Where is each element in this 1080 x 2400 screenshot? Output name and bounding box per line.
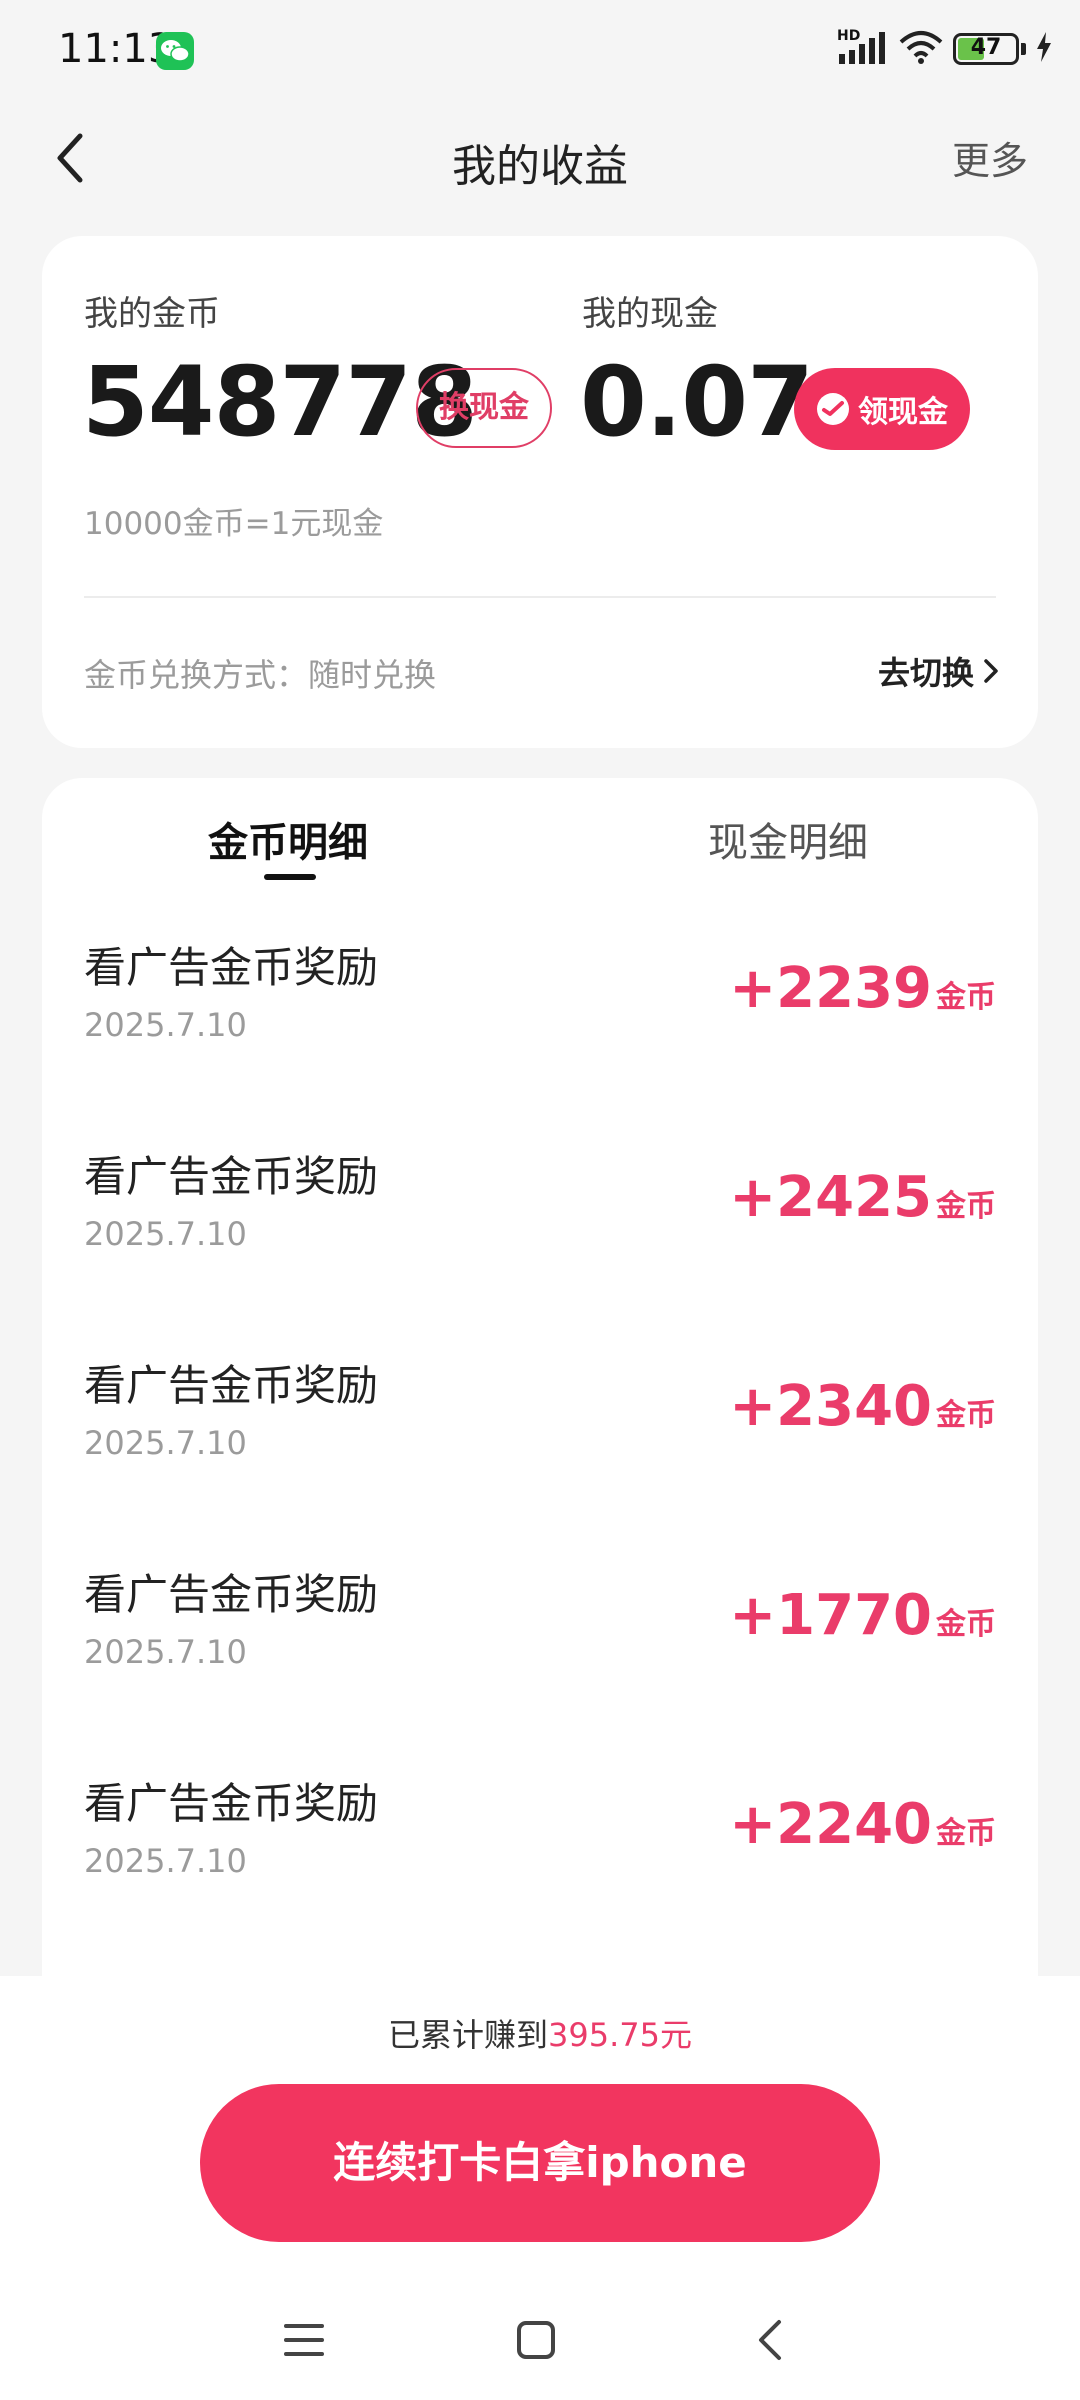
status-icons: HD 47 (837, 28, 1052, 68)
amount-unit: 金币 (936, 1816, 996, 1851)
amount-value: +2239 (729, 956, 932, 1021)
cash-value: 0.07 (580, 346, 814, 458)
tab-cash-details[interactable]: 现金明细 (708, 810, 868, 868)
list-item: 看广告金币奖励 2025.7.10 +2240 金币 (42, 1770, 1038, 1950)
cumulative-earnings: 已累计赚到395.75元 (0, 2010, 1080, 2056)
page-title: 我的收益 (452, 141, 628, 192)
cumulative-prefix: 已累计赚到 (388, 2016, 549, 2054)
nav-back-button[interactable] (730, 2300, 810, 2380)
amount-value: +2240 (729, 1792, 932, 1857)
divider (84, 596, 996, 598)
exchange-rate-note: 10000金币=1元现金 (84, 506, 384, 542)
record-title: 看广告金币奖励 (84, 1152, 379, 1201)
record-amount: +2240 金币 (729, 1792, 996, 1857)
battery-icon: 47 (953, 33, 1019, 65)
wifi-icon (899, 30, 943, 68)
record-amount: +2340 金币 (729, 1374, 996, 1439)
record-date: 2025.7.10 (84, 1215, 247, 1253)
cash-label: 我的现金 (582, 294, 718, 334)
details-panel: 金币明细 现金明细 看广告金币奖励 2025.7.10 +2239 金币 看广告… (42, 778, 1038, 1978)
tab-coin-details[interactable]: 金币明细 (208, 810, 368, 868)
record-date: 2025.7.10 (84, 1006, 247, 1044)
more-link[interactable]: 更多 (952, 130, 1028, 185)
signal-icon: HD (837, 28, 889, 66)
header: 我的收益 更多 (0, 100, 1080, 230)
record-title: 看广告金币奖励 (84, 943, 379, 992)
exchange-cash-button[interactable]: 换现金 (416, 368, 552, 448)
home-button[interactable] (496, 2300, 576, 2380)
list-item: 看广告金币奖励 2025.7.10 +2239 金币 (42, 934, 1038, 1114)
balance-card: 我的金币 548778 换现金 我的现金 0.07 领现金 10000金币=1元… (42, 236, 1038, 748)
record-amount: +2239 金币 (729, 956, 996, 1021)
menu-button[interactable] (264, 2300, 344, 2380)
record-title: 看广告金币奖励 (84, 1779, 379, 1828)
record-date: 2025.7.10 (84, 1633, 247, 1671)
amount-unit: 金币 (936, 1189, 996, 1224)
amount-value: +2425 (729, 1165, 932, 1230)
record-title: 看广告金币奖励 (84, 1570, 379, 1619)
bottom-bar: 已累计赚到395.75元 连续打卡白拿iphone (0, 1976, 1080, 2400)
wallet-icon (817, 393, 849, 425)
wechat-icon (156, 32, 194, 70)
battery-level: 47 (970, 35, 1002, 60)
chevron-right-icon (984, 659, 998, 683)
system-nav-bar (0, 2300, 1080, 2380)
exchange-method-text: 金币兑换方式：随时兑换 (84, 656, 437, 694)
list-item: 看广告金币奖励 2025.7.10 +2340 金币 (42, 1352, 1038, 1532)
list-item: 看广告金币奖励 2025.7.10 +2425 金币 (42, 1143, 1038, 1323)
record-amount: +1770 金币 (729, 1583, 996, 1648)
switch-method-link[interactable]: 去切换 (878, 648, 1000, 694)
amount-unit: 金币 (936, 1607, 996, 1642)
switch-label: 去切换 (877, 654, 974, 692)
charging-icon (1036, 32, 1052, 66)
record-date: 2025.7.10 (84, 1424, 247, 1462)
withdraw-label: 领现金 (858, 395, 948, 430)
record-date: 2025.7.10 (84, 1842, 247, 1880)
record-amount: +2425 金币 (729, 1165, 996, 1230)
home-icon (517, 2321, 555, 2359)
record-title: 看广告金币奖励 (84, 1361, 379, 1410)
cumulative-amount: 395.75元 (548, 2016, 692, 2054)
amount-unit: 金币 (936, 980, 996, 1015)
withdraw-cash-button[interactable]: 领现金 (794, 368, 970, 450)
list-item: 看广告金币奖励 2025.7.10 +1770 金币 (42, 1561, 1038, 1741)
battery-tip (1021, 43, 1026, 55)
coins-label: 我的金币 (84, 294, 220, 334)
menu-icon (284, 2324, 324, 2356)
tab-indicator (264, 874, 316, 880)
amount-value: +1770 (729, 1583, 932, 1648)
amount-unit: 金币 (936, 1398, 996, 1433)
amount-value: +2340 (729, 1374, 932, 1439)
status-bar: 11:13 HD 47 (0, 0, 1080, 100)
checkin-button[interactable]: 连续打卡白拿iphone (200, 2084, 880, 2242)
nav-back-icon (759, 2320, 781, 2360)
